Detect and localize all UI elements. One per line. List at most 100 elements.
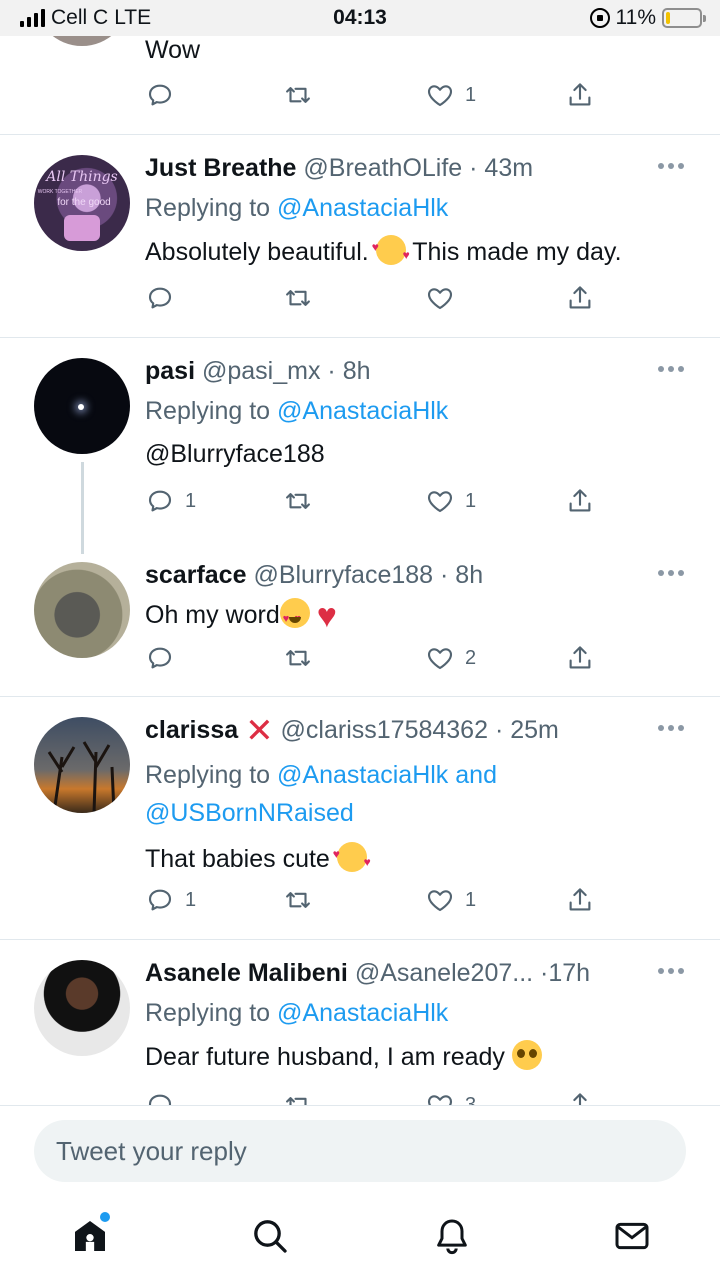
display-name[interactable]: scarface	[145, 561, 246, 589]
avatar[interactable]	[34, 717, 130, 813]
tab-messages[interactable]	[612, 1216, 652, 1260]
tab-notifications[interactable]	[432, 1216, 472, 1260]
user-handle[interactable]: @BreathOLife	[303, 154, 462, 182]
more-icon[interactable]	[658, 366, 684, 374]
reply-count: 1	[185, 489, 197, 512]
reply-icon	[145, 486, 175, 516]
reply-button[interactable]: 1	[145, 885, 196, 915]
tweet[interactable]: pasi @pasi_mx · 8h Replying to @Anastaci…	[0, 338, 720, 558]
retweet-icon	[283, 1090, 313, 1105]
share-button[interactable]	[565, 643, 595, 673]
svg-text:WORK TOGETHER: WORK TOGETHER	[38, 189, 83, 195]
mention-link[interactable]: @AnastaciaHlk	[277, 999, 448, 1027]
more-icon[interactable]	[658, 570, 684, 578]
reply-composer[interactable]: Tweet your reply	[34, 1120, 686, 1182]
retweet-button[interactable]	[283, 283, 313, 313]
share-icon	[565, 885, 595, 915]
share-button[interactable]	[565, 486, 595, 516]
tab-search[interactable]	[250, 1216, 290, 1260]
tweet-time: ·17h	[540, 959, 591, 987]
like-button[interactable]: 3	[425, 1090, 476, 1105]
share-button[interactable]	[565, 80, 595, 110]
tab-bar	[0, 1206, 720, 1276]
smiling-face-with-hearts-emoji	[333, 838, 371, 878]
share-icon	[565, 643, 595, 673]
share-button[interactable]	[565, 885, 595, 915]
heart-icon	[425, 885, 455, 915]
tweet[interactable]: All Things WORK TOGETHER for the good Ju…	[0, 135, 720, 337]
bottom-bar: Tweet your reply	[0, 1105, 720, 1280]
smiling-face-with-hearts-emoji	[372, 231, 410, 271]
share-button[interactable]	[565, 1090, 595, 1105]
tab-home[interactable]	[70, 1212, 110, 1260]
retweet-button[interactable]	[283, 1090, 313, 1105]
tweet-time: · 8h	[327, 357, 371, 385]
mention-link[interactable]: @AnastaciaHlk	[277, 761, 448, 789]
heart-icon	[425, 80, 455, 110]
retweet-icon	[283, 486, 313, 516]
reply-button[interactable]: 1	[145, 486, 196, 516]
more-icon[interactable]	[658, 725, 684, 733]
like-count: 1	[465, 888, 477, 911]
avatar-art	[47, 741, 116, 813]
tweet[interactable]: clarissa ✕ @clariss17584362 · 25m Replyi…	[0, 697, 720, 939]
like-button[interactable]: 1	[425, 80, 476, 110]
display-name[interactable]: clarissa	[145, 716, 238, 744]
user-handle[interactable]: @clariss17584362	[281, 716, 488, 744]
like-button[interactable]: 2	[425, 643, 476, 673]
tweet[interactable]: scarface @Blurryface188 · 8h Oh my word …	[0, 558, 720, 696]
mention-link[interactable]: @AnastaciaHlk	[277, 194, 448, 222]
bell-icon	[437, 1219, 467, 1255]
user-handle[interactable]: @pasi_mx	[202, 357, 320, 385]
tweet-actions: 1	[145, 80, 605, 110]
user-handle[interactable]: @Blurryface188	[253, 561, 433, 589]
avatar[interactable]	[34, 562, 130, 658]
avatar[interactable]	[34, 960, 130, 1056]
like-button[interactable]: 1	[425, 486, 476, 516]
tweet-actions: 3	[145, 1090, 605, 1105]
reply-button[interactable]	[145, 643, 175, 673]
battery-percent: 11%	[615, 6, 656, 29]
heart-eyes-emoji	[279, 598, 310, 635]
tweet-header: scarface @Blurryface188 · 8h	[145, 560, 686, 590]
retweet-button[interactable]	[283, 643, 313, 673]
like-button[interactable]: 1	[425, 885, 476, 915]
share-button[interactable]	[565, 283, 595, 313]
more-icon[interactable]	[658, 968, 684, 976]
battery-group: 11%	[589, 6, 706, 30]
tweet[interactable]: Asanele Malibeni @Asanele207... ·17h Rep…	[0, 940, 720, 1105]
retweet-button[interactable]	[283, 885, 313, 915]
reply-placeholder: Tweet your reply	[56, 1135, 247, 1166]
replying-to: Replying to @AnastaciaHlk and @USBornNRa…	[145, 761, 497, 827]
avatar[interactable]	[34, 358, 130, 454]
reply-icon	[145, 643, 175, 673]
retweet-button[interactable]	[283, 80, 313, 110]
display-name[interactable]: Asanele Malibeni	[145, 959, 348, 987]
pleading-face-emoji	[511, 1040, 542, 1070]
mail-icon	[615, 1222, 649, 1250]
reply-button[interactable]	[145, 80, 175, 110]
tweet-text: Wow	[145, 36, 201, 64]
user-handle[interactable]: @Asanele207...	[355, 959, 533, 987]
more-icon[interactable]	[658, 163, 684, 171]
red-heart-emoji: ♥	[316, 597, 337, 635]
reply-icon	[145, 80, 175, 110]
tweet-header: clarissa ✕ @clariss17584362 · 25m	[145, 714, 686, 748]
display-name[interactable]: pasi	[145, 357, 195, 385]
thread-line	[81, 462, 84, 554]
reply-icon	[145, 283, 175, 313]
tweet-text: That babies cute	[145, 838, 686, 878]
mention-link[interactable]: @USBornNRaised	[145, 799, 354, 827]
reply-feed[interactable]: Wow 1 All Things WORK TOGETHER for the g…	[0, 0, 720, 1105]
display-name[interactable]: Just Breathe	[145, 154, 296, 182]
cross-mark-emoji: ✕	[245, 712, 274, 750]
retweet-button[interactable]	[283, 486, 313, 516]
avatar[interactable]: All Things WORK TOGETHER for the good	[34, 155, 130, 251]
reply-button[interactable]	[145, 283, 175, 313]
mention-link[interactable]: @Blurryface188	[145, 438, 686, 470]
replying-to: Replying to @AnastaciaHlk	[145, 194, 449, 222]
mention-link[interactable]: @AnastaciaHlk	[277, 397, 448, 425]
tweet-time: · 25m	[494, 716, 559, 744]
like-button[interactable]	[425, 283, 455, 313]
reply-button[interactable]	[145, 1090, 175, 1105]
